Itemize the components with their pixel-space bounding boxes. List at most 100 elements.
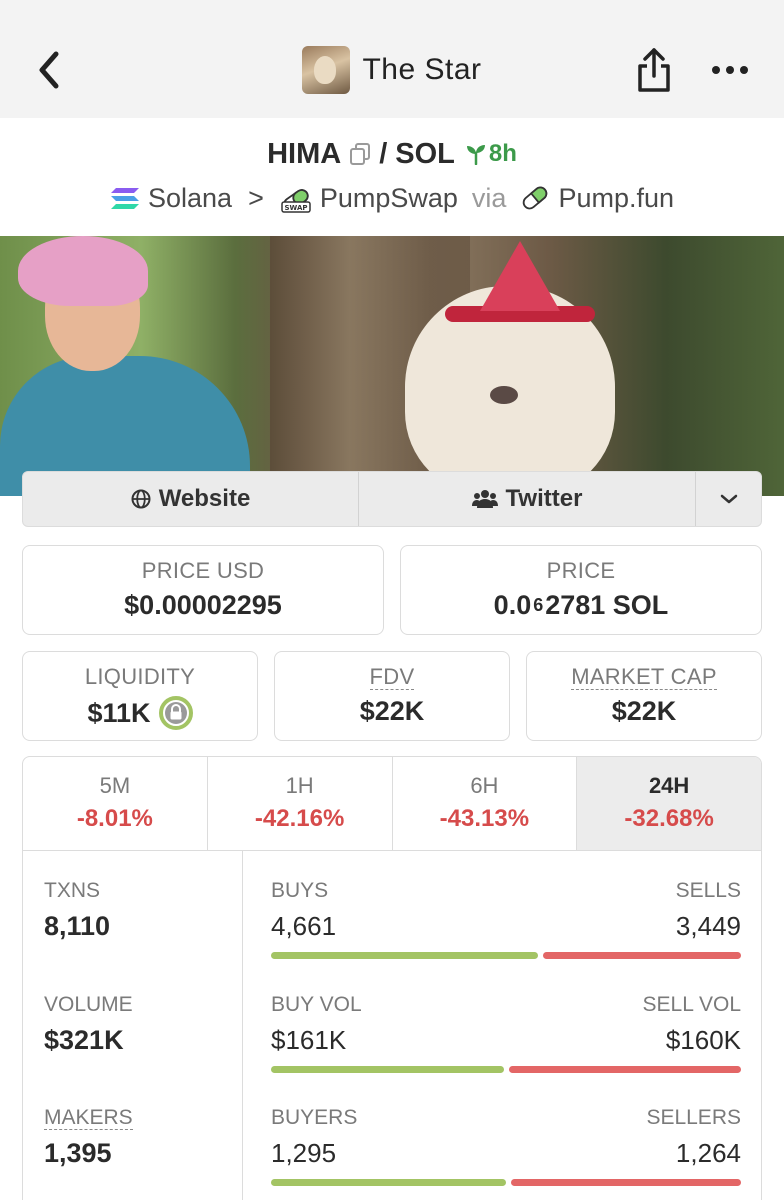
tab-5m[interactable]: 5M -8.01% [23,757,208,850]
buy-vol-bar-segment [271,1066,504,1073]
solana-icon [110,188,139,209]
liquidity-lock-icon[interactable] [158,696,193,730]
users-icon [471,490,498,508]
sellers-value: 1,264 [675,1138,741,1168]
market-cap-card: MARKET CAP $22K [526,651,762,741]
sell-vol-label: SELL VOL [642,993,741,1016]
buy-vol-value: $161K [271,1025,347,1055]
dex-name[interactable]: PumpSwap [320,183,458,214]
liquidity-card: LIQUIDITY $11K [22,651,258,741]
makers-value: 1,395 [44,1138,112,1168]
buyers-bar-segment [271,1179,507,1186]
sells-bar-segment [543,952,741,959]
buys-label: BUYS [271,879,329,902]
price-native-zero-count: 6 [533,595,544,615]
makers-split-bar [271,1179,741,1186]
share-button[interactable] [634,46,674,94]
tab-24h-label: 24H [648,773,690,798]
fdv-label[interactable]: FDV [369,664,415,690]
price-native-prefix: 0.0 [493,590,532,620]
price-usd-card: PRICE USD $0.00002295 [22,545,384,635]
tab-24h[interactable]: 24H -32.68% [577,757,761,850]
fdv-card: FDV $22K [274,651,510,741]
tab-6h[interactable]: 6H -43.13% [393,757,578,850]
buyers-label: BUYERS [271,1106,358,1129]
pair-age: 8h [465,140,517,168]
timeframe-tabs: 5M -8.01% 1H -42.16% 6H -43.13% 24H -32.… [23,757,761,851]
tab-5m-change: -8.01% [76,805,153,832]
pumpswap-icon: SWAP [281,189,311,213]
price-native-label: PRICE [546,558,616,583]
sells-value: 3,449 [675,911,741,941]
more-links-dropdown[interactable] [696,472,761,526]
txns-stat: TXNS 8,110 [44,879,110,942]
tab-1h-label: 1H [285,773,314,798]
sellers-label: SELLERS [646,1106,741,1129]
timeframe-stats-panel: 5M -8.01% 1H -42.16% 6H -43.13% 24H -32.… [22,756,762,1200]
website-button[interactable]: Website [23,472,359,526]
price-native-card: PRICE 0.0 6 2781 SOL [400,545,762,635]
market-cap-label[interactable]: MARKET CAP [571,664,717,690]
price-usd-label: PRICE USD [141,558,265,583]
via-label: via [471,182,507,213]
token-banner-image [0,236,784,496]
sells-label: SELLS [675,879,741,902]
volume-split-row: BUY VOL SELL VOL $161K $160K [271,993,741,1093]
sell-vol-bar-segment [508,1066,741,1073]
makers-stat: MAKERS 1,395 [44,1106,133,1169]
more-icon [712,66,748,74]
buyers-value: 1,295 [271,1138,337,1168]
copy-icon[interactable] [349,142,371,166]
volume-split-bar [271,1066,741,1073]
market-cap-value: $22K [611,696,677,726]
route-breadcrumb: Solana > SWAP PumpSwap via Pump.fun [0,178,784,218]
buy-vol-label: BUY VOL [271,993,362,1016]
breadcrumb-arrow: > [248,182,264,213]
top-nav-bar: The Star [0,0,784,118]
sellers-bar-segment [511,1179,741,1186]
buys-sells-row: BUYS SELLS 4,661 3,449 [271,879,741,979]
tab-5m-label: 5M [99,773,131,798]
split-column: BUYS SELLS 4,661 3,449 BUY VOL SELL VOL … [271,851,741,1200]
buys-sells-bar [271,952,741,959]
tab-24h-change: -32.68% [624,805,714,832]
sell-vol-value: $160K [665,1025,741,1055]
tab-6h-label: 6H [470,773,499,798]
tab-6h-change: -43.13% [439,805,530,832]
pill-icon [523,186,548,210]
globe-icon [131,489,151,509]
liquidity-label: LIQUIDITY [84,664,196,689]
page-title: The Star [362,53,482,86]
volume-label: VOLUME [44,993,133,1016]
pair-header: HIMA / SOL 8h [0,132,784,176]
pair-separator: / [379,137,388,170]
makers-label[interactable]: MAKERS [44,1106,133,1130]
twitter-label: Twitter [505,485,583,512]
price-native-digits: 2781 SOL [545,590,669,620]
svg-text:SWAP: SWAP [284,204,307,212]
website-label: Website [158,485,251,512]
launchpad-name[interactable]: Pump.fun [558,183,674,214]
buys-value: 4,661 [271,911,337,941]
makers-split-row: BUYERS SELLERS 1,295 1,264 [271,1106,741,1200]
tab-1h[interactable]: 1H -42.16% [208,757,393,850]
twitter-button[interactable]: Twitter [359,472,696,526]
txns-value: 8,110 [44,911,111,941]
tab-1h-change: -42.16% [254,805,345,832]
volume-stat: VOLUME $321K [44,993,133,1056]
base-token-symbol: HIMA [267,137,342,170]
social-links-bar: Website Twitter [22,471,762,527]
pair-age-value: 8h [488,140,517,167]
token-avatar [302,46,351,94]
sprout-icon [466,145,485,165]
txns-label: TXNS [44,879,101,902]
quote-token-symbol: SOL [395,137,455,170]
buys-bar-segment [271,952,539,959]
liquidity-value: $11K [87,697,151,728]
chain-name[interactable]: Solana [148,183,232,214]
chevron-down-icon [720,494,737,504]
fdv-value: $22K [359,696,425,726]
more-options-button[interactable] [710,62,750,78]
share-icon [638,48,670,92]
totals-column: TXNS 8,110 VOLUME $321K MAKERS 1,395 [23,851,243,1200]
